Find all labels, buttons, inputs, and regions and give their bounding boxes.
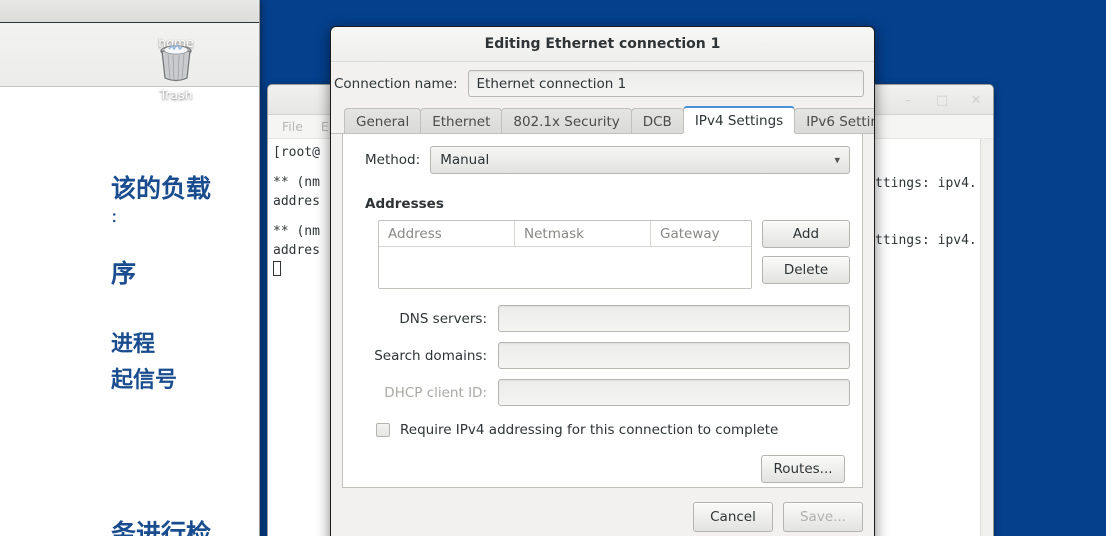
trash-can-icon [131,38,221,86]
desktop-screen: 该的负载 ： 序 进程 起信号 务进行检 home Tras [0,0,1106,536]
column-header-gateway: Gateway [651,221,751,246]
dialog-title: Editing Ethernet connection 1 [485,36,721,52]
dns-servers-input[interactable] [498,305,850,332]
tab-ethernet[interactable]: Ethernet [420,108,502,134]
background-document-window[interactable]: 该的负载 ： 序 进程 起信号 务进行检 [0,0,260,536]
method-label: Method: [365,152,420,168]
minimize-icon[interactable]: – [899,91,917,109]
desktop-icon-trash[interactable]: Trash [131,38,221,102]
dhcp-client-id-label: DHCP client ID: [365,385,498,401]
addresses-table[interactable]: Address Netmask Gateway [378,220,752,289]
column-header-address: Address [379,221,515,246]
folder-home-icon [131,0,221,34]
dns-servers-label: DNS servers: [365,311,498,327]
connection-editor-dialog[interactable]: Editing Ethernet connection 1 Connection… [330,26,875,536]
document-text-line: 起信号 [0,362,259,394]
tab-ipv4-settings[interactable]: IPv4 Settings [683,106,795,134]
document-window-body: 该的负载 ： 序 进程 起信号 务进行检 [0,87,259,536]
dhcp-client-id-input [498,379,850,406]
connection-name-row: Connection name: Ethernet connection 1 [331,62,874,106]
require-ipv4-label: Require IPv4 addressing for this connect… [400,422,778,438]
connection-name-input[interactable]: Ethernet connection 1 [468,70,864,97]
addresses-table-body[interactable] [379,247,751,289]
maximize-icon[interactable]: □ [933,91,951,109]
method-select[interactable]: Manual ▾ [430,146,850,174]
document-text-line: 序 [0,254,259,290]
dialog-footer: Cancel Save... [331,488,874,532]
method-selected-value: Manual [440,152,489,168]
document-text-line: 该的负载 [0,169,259,205]
require-ipv4-checkbox[interactable] [376,423,390,437]
search-domains-row: Search domains: [355,342,850,369]
document-text-line: ： [0,207,259,226]
dns-servers-row: DNS servers: [355,305,850,332]
chevron-down-icon: ▾ [834,154,840,167]
routes-button[interactable]: Routes... [761,455,845,483]
method-row: Method: Manual ▾ [355,146,850,174]
tab-ipv6-settings[interactable]: IPv6 Settings [794,108,875,134]
addresses-area: Address Netmask Gateway Add Delete [355,220,850,289]
menu-edit[interactable]: E [321,119,329,134]
dhcp-client-id-row: DHCP client ID: [355,379,850,406]
tab-dcb[interactable]: DCB [631,108,684,134]
ipv4-settings-panel: Method: Manual ▾ Addresses Address Netma… [342,134,863,488]
connection-name-label: Connection name: [333,76,458,92]
search-domains-input[interactable] [498,342,850,369]
tab-8021x-security[interactable]: 802.1x Security [501,108,631,134]
desktop-icon-label: Trash [131,87,221,102]
addresses-buttons: Add Delete [762,220,850,289]
terminal-line-fragment: ttings: ipv4. [875,233,977,248]
menu-file[interactable]: File [282,119,303,134]
dialog-tab-bar[interactable]: General Ethernet 802.1x Security DCB IPv… [331,106,874,134]
document-text-line: 进程 [0,326,259,358]
search-domains-label: Search domains: [365,348,498,364]
column-header-netmask: Netmask [515,221,651,246]
terminal-scrollbar[interactable] [980,139,993,536]
document-text-line: 务进行检 [0,514,259,536]
addresses-table-header: Address Netmask Gateway [379,221,751,247]
terminal-line-fragment: ttings: ipv4. [875,176,977,191]
add-address-button[interactable]: Add [762,220,850,248]
terminal-cursor [273,261,281,276]
addresses-heading: Addresses [355,196,850,212]
dialog-titlebar[interactable]: Editing Ethernet connection 1 [331,27,874,62]
save-button[interactable]: Save... [783,502,863,532]
close-icon[interactable]: ✕ [967,91,985,109]
routes-row: Routes... [355,455,850,483]
cancel-button[interactable]: Cancel [693,502,773,532]
terminal-window-controls[interactable]: – □ ✕ [899,85,985,115]
delete-address-button[interactable]: Delete [762,256,850,284]
require-ipv4-row[interactable]: Require IPv4 addressing for this connect… [355,422,850,438]
tab-general[interactable]: General [344,108,421,134]
